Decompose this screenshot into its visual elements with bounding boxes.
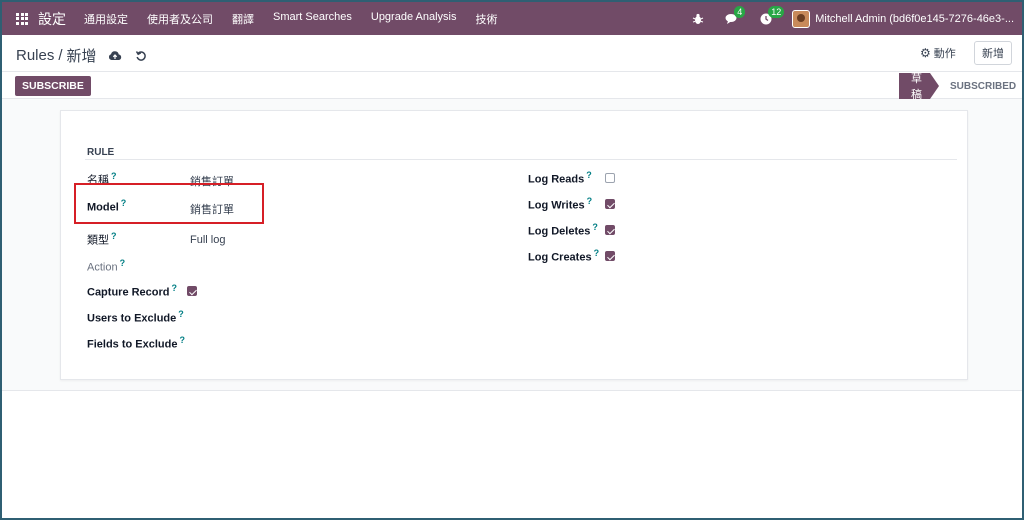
app-brand[interactable]: 設定 [38, 9, 66, 29]
log-writes-label: Log Writes? [528, 196, 593, 212]
control-panel: Rules / 新增 ⚙ 動作 新增 SUBSCRIBE 草稿 SUBSCRIB… [2, 35, 1022, 101]
form-area: RULE 名稱? 銷售訂單 Model? 銷售訂單 類型? Full log A… [2, 100, 1022, 390]
discard-undo-icon[interactable] [133, 48, 149, 64]
capture-record-checkbox[interactable] [187, 286, 197, 296]
save-cloud-icon[interactable] [107, 48, 123, 64]
log-writes-checkbox[interactable] [605, 199, 615, 209]
navbar-systray: 4 12 Mitchell Admin (bd6f0e145-7276-46e3… [690, 5, 1022, 28]
app-window: 設定 通用設定 使用者及公司 翻譯 Smart Searches Upgrade… [0, 0, 1024, 520]
users-to-exclude-label: Users to Exclude? [87, 309, 184, 325]
log-creates-label: Log Creates? [528, 248, 600, 264]
nav-item-general-settings[interactable]: 通用設定 [84, 11, 128, 27]
log-creates-checkbox[interactable] [605, 251, 615, 261]
breadcrumb-parent[interactable]: Rules [16, 47, 54, 64]
clock-icon[interactable]: 12 [758, 5, 785, 27]
top-navbar: 設定 通用設定 使用者及公司 翻譯 Smart Searches Upgrade… [2, 2, 1022, 35]
stage-subscribed[interactable]: SUBSCRIBED [930, 73, 1022, 99]
breadcrumb-current: 新增 [66, 48, 97, 65]
subscribe-button[interactable]: SUBSCRIBE [15, 76, 91, 96]
group-divider [85, 159, 957, 160]
chatter-area [2, 391, 1022, 518]
gear-icon: ⚙ [920, 46, 931, 60]
help-icon[interactable]: ? [594, 248, 600, 258]
status-bar: 草稿 SUBSCRIBED [899, 73, 1022, 101]
help-icon[interactable]: ? [592, 222, 598, 232]
fields-to-exclude-label: Fields to Exclude? [87, 335, 185, 351]
avatar[interactable] [792, 9, 811, 28]
help-icon[interactable]: ? [178, 309, 184, 319]
apps-grid-icon[interactable] [16, 12, 28, 25]
log-deletes-checkbox[interactable] [605, 225, 615, 235]
highlight-annotation [74, 183, 264, 224]
help-icon[interactable]: ? [120, 258, 126, 268]
nav-item-upgrade-analysis[interactable]: Upgrade Analysis [371, 11, 457, 27]
nav-item-translations[interactable]: 翻譯 [232, 11, 254, 27]
action-label: 動作 [933, 48, 956, 60]
action-label: Action? [87, 258, 126, 274]
help-icon[interactable]: ? [179, 335, 185, 345]
help-icon[interactable]: ? [586, 170, 592, 180]
breadcrumb: Rules / 新增 [16, 45, 149, 66]
help-icon[interactable]: ? [111, 171, 117, 181]
type-label: 類型? [87, 231, 117, 247]
help-icon[interactable]: ? [172, 283, 178, 293]
nav-item-users-companies[interactable]: 使用者及公司 [147, 11, 213, 27]
help-icon[interactable]: ? [587, 196, 593, 206]
user-menu[interactable]: Mitchell Admin (bd6f0e145-7276-46e3-... [815, 13, 1014, 25]
bug-icon[interactable] [690, 11, 706, 27]
form-sheet: RULE 名稱? 銷售訂單 Model? 銷售訂單 類型? Full log A… [60, 110, 968, 380]
nav-menu: 通用設定 使用者及公司 翻譯 Smart Searches Upgrade An… [84, 11, 516, 27]
nav-item-smart-searches[interactable]: Smart Searches [273, 11, 352, 27]
stage-draft[interactable]: 草稿 [899, 73, 939, 101]
group-title: RULE [87, 147, 115, 158]
breadcrumb-separator: / [58, 47, 63, 64]
log-deletes-label: Log Deletes? [528, 222, 598, 238]
messages-badge: 4 [734, 5, 746, 18]
new-button[interactable]: 新增 [974, 41, 1012, 65]
type-field[interactable]: Full log [190, 234, 225, 246]
log-reads-checkbox[interactable] [605, 173, 615, 183]
help-icon[interactable]: ? [111, 231, 117, 241]
capture-record-label: Capture Record? [87, 283, 178, 299]
divider [2, 71, 1022, 72]
activities-badge: 12 [768, 5, 785, 18]
messages-icon[interactable]: 4 [724, 5, 746, 27]
nav-item-technical[interactable]: 技術 [475, 11, 497, 27]
action-menu-button[interactable]: ⚙ 動作 [920, 45, 956, 61]
log-reads-label: Log Reads? [528, 170, 592, 186]
